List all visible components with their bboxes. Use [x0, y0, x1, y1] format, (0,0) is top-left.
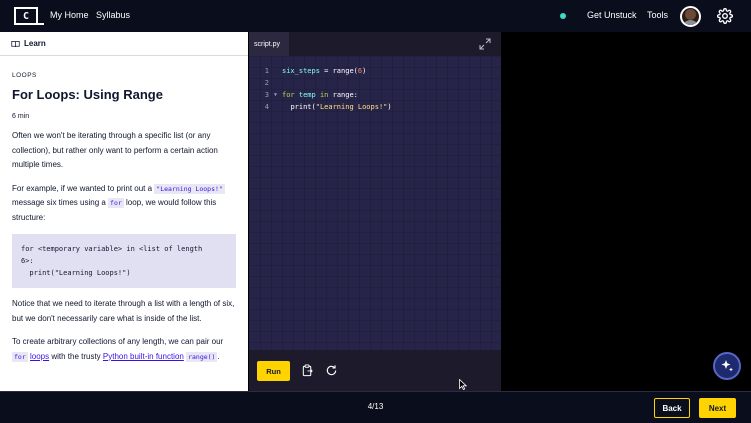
logo-cursor [38, 23, 44, 25]
line-number: 2 [264, 79, 269, 87]
book-icon [11, 40, 20, 47]
line-number: 4 [264, 103, 269, 111]
mouse-cursor-icon [459, 379, 467, 390]
link-loops[interactable]: loops [30, 352, 49, 361]
learn-header: Learn [0, 32, 248, 56]
paragraph-3: Notice that we need to iterate through a… [12, 299, 235, 323]
code-editor: script.py 1 six_steps = range(6) 2 3 ▼ f… [249, 32, 501, 391]
paragraph-4-text-c: with the trusty [49, 351, 103, 361]
link-python-built-in-function[interactable]: Python built-in function [103, 352, 184, 361]
paragraph-1: Often we won't be iterating through a sp… [12, 131, 218, 169]
code-text: six_steps = range(6) [282, 65, 366, 77]
ai-assistant-button[interactable] [713, 352, 741, 380]
inline-code-for: for [108, 198, 124, 208]
code-text: for temp in range: [282, 89, 358, 101]
paragraph-2-text-a: For example, if we wanted to print out a [12, 183, 155, 193]
token-paren: ) [387, 103, 392, 111]
lesson-progress: 4/13 [367, 402, 384, 411]
avatar-shoulders [684, 20, 697, 25]
clipboard-icon[interactable] [301, 364, 314, 377]
editor-tab-bar: script.py [249, 32, 501, 56]
line-number: 1 [264, 67, 269, 75]
codecademy-logo[interactable]: C [14, 7, 44, 25]
code-area[interactable]: 1 six_steps = range(6) 2 3 ▼ for temp in… [249, 56, 501, 350]
gear-icon[interactable] [717, 8, 733, 24]
learn-header-label: Learn [24, 39, 46, 48]
token-string: "Learning Loops!" [315, 103, 388, 111]
top-navigation: C My Home Syllabus Get Unstuck Tools [0, 0, 751, 32]
inline-code-for-2: for [12, 351, 28, 362]
line-number: 3 [264, 91, 269, 99]
user-avatar[interactable] [680, 6, 701, 27]
token-variable: six_steps [282, 67, 320, 75]
paragraph-4: To create arbitrary collections of any l… [12, 335, 236, 364]
fold-arrow-icon[interactable]: ▼ [274, 89, 277, 101]
paragraph-2-text-b: message six times using a [12, 198, 109, 207]
paragraph-2: For example, if we wanted to print out a… [12, 182, 236, 226]
inline-code-range: range() [186, 351, 218, 362]
nav-syllabus[interactable]: Syllabus [96, 10, 130, 20]
status-dot [560, 13, 566, 19]
lesson-title: For Loops: Using Range [12, 87, 163, 102]
inline-code-learning-loops: "Learning Loops!" [154, 183, 225, 194]
bottom-bar: 4/13 Back Next [0, 391, 751, 423]
nav-tools[interactable]: Tools [647, 10, 668, 20]
token-paren: ) [362, 67, 367, 75]
back-button[interactable]: Back [654, 398, 690, 418]
nav-my-home[interactable]: My Home [50, 10, 89, 20]
expand-icon[interactable] [479, 38, 491, 50]
token-variable: temp [294, 91, 320, 99]
logo-letter: C [22, 10, 30, 22]
run-button[interactable]: Run [257, 361, 290, 381]
token-function: print( [290, 103, 316, 111]
learn-panel: Learn LOOPS For Loops: Using Range 6 min… [0, 32, 248, 391]
output-pane[interactable] [501, 32, 751, 391]
refresh-icon[interactable] [325, 364, 338, 377]
tab-script-py[interactable]: script.py [249, 32, 289, 56]
token-operator: = [319, 67, 333, 75]
lesson-kicker: LOOPS [12, 72, 37, 79]
paragraph-4-text-e: . [217, 351, 220, 361]
token-plain: range: [328, 91, 358, 99]
token-function: range( [332, 67, 358, 75]
sparkle-icon [721, 360, 733, 372]
paragraph-4-text-a: To create arbitrary collections of any l… [12, 337, 224, 346]
nav-get-unstuck[interactable]: Get Unstuck [587, 10, 637, 20]
lesson-duration: 6 min [12, 113, 30, 120]
code-text: print("Learning Loops!") [282, 101, 392, 113]
next-button[interactable]: Next [699, 398, 736, 418]
code-block-structure: for <temporary variable> in <list of len… [12, 234, 236, 288]
learn-body[interactable]: LOOPS For Loops: Using Range 6 min Often… [0, 56, 248, 364]
token-keyword: for [282, 91, 295, 99]
